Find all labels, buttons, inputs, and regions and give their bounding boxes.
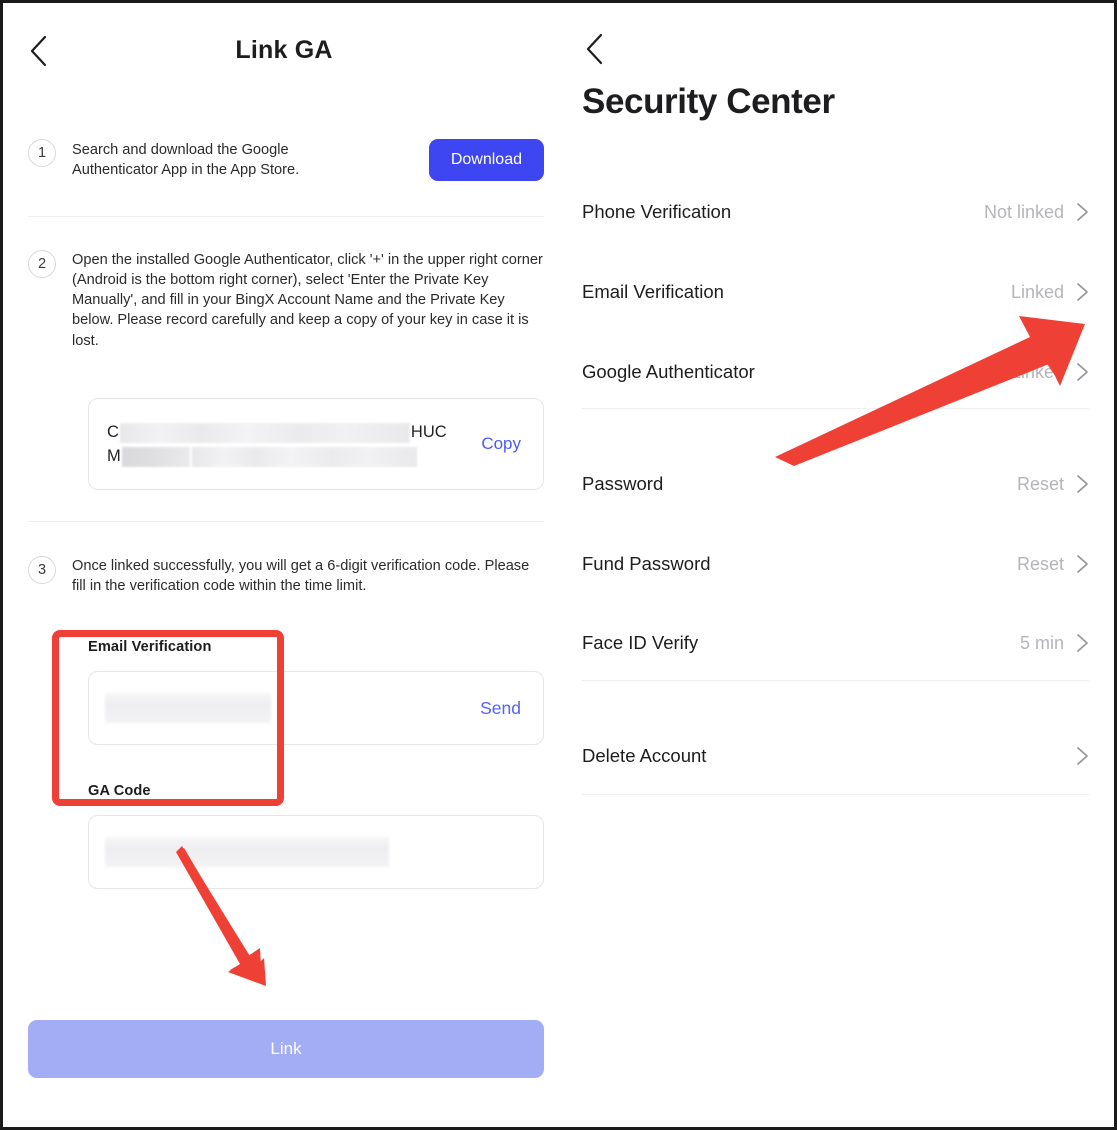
security-center-panel: Security Center Phone Verification Not l…	[562, 6, 1111, 1124]
email-verification-value	[89, 672, 468, 744]
ga-code-label: GA Code	[88, 783, 151, 799]
chevron-right-icon	[1077, 747, 1088, 765]
status-badge: Not linked	[983, 201, 1064, 222]
ga-code-value	[89, 816, 543, 888]
step-1-text: Search and download the Google Authentic…	[72, 141, 300, 178]
account-name-redaction	[119, 422, 410, 443]
status-badge: Reset	[1016, 553, 1064, 574]
item-right: Reset	[1017, 474, 1089, 495]
account-name-line: C HUC	[107, 420, 469, 444]
status-badge: Linked	[1010, 281, 1064, 302]
item-label: Google Authenticator	[582, 361, 755, 382]
step-3-body: Once linked successfully, you will get a…	[72, 556, 544, 596]
link-submit-button[interactable]: Link	[28, 1020, 544, 1078]
step-1-number: 1	[28, 139, 56, 167]
sidebar-item-face-id-verify[interactable]: Face ID Verify 5 min	[582, 619, 1089, 667]
status-badge: Reset	[1016, 473, 1064, 494]
send-code-button[interactable]: Send	[468, 698, 543, 719]
private-key-redaction-2	[191, 446, 417, 467]
security-center-topbar: Security Center	[562, 6, 1111, 156]
chevron-right-icon	[1077, 363, 1088, 381]
annotation-arrow-pointing-google-authenticator	[775, 316, 1085, 466]
private-key-prefix: M	[107, 447, 121, 465]
item-label: Email Verification	[582, 281, 724, 302]
sidebar-item-delete-account[interactable]: Delete Account	[582, 732, 1089, 780]
download-button[interactable]: Download	[428, 139, 544, 181]
sidebar-item-phone-verification[interactable]: Phone Verification Not linked	[582, 188, 1089, 236]
email-verification-input[interactable]: Send	[88, 671, 544, 745]
private-key-line: M	[107, 444, 469, 468]
step-1: 1 Search and download the Google Authent…	[28, 139, 544, 181]
status-badge: Linked	[1010, 361, 1064, 382]
chevron-right-icon	[1077, 203, 1088, 221]
divider-group-3	[582, 794, 1089, 795]
page-title: Security Center	[582, 82, 835, 121]
item-right: 5 min	[1020, 633, 1089, 654]
chevron-right-icon	[1077, 283, 1088, 301]
step-1-body: Search and download the Google Authentic…	[72, 139, 544, 181]
back-icon[interactable]	[582, 32, 608, 66]
copy-button[interactable]: Copy	[469, 434, 543, 454]
page-title: Link GA	[235, 36, 333, 64]
item-label: Face ID Verify	[582, 632, 699, 653]
divider-step2-step3	[28, 521, 544, 522]
item-right	[1064, 746, 1089, 766]
email-code-redaction	[105, 693, 271, 723]
private-key-redaction	[121, 446, 190, 467]
account-name-prefix: C	[107, 423, 119, 441]
link-ga-panel: Link GA 1 Search and download the Google…	[6, 6, 562, 1124]
account-name-suffix: HUC	[410, 423, 447, 441]
item-right: Reset	[1017, 554, 1089, 575]
step-2-body: Open the installed Google Authenticator,…	[72, 250, 544, 351]
chevron-right-icon	[1077, 634, 1088, 652]
item-label: Fund Password	[582, 553, 711, 574]
dual-pane-container: Link GA 1 Search and download the Google…	[6, 6, 1111, 1124]
step-3-text: Once linked successfully, you will get a…	[72, 558, 530, 595]
step-2-number: 2	[28, 250, 56, 278]
private-key-box[interactable]: C HUC M Copy	[88, 398, 544, 490]
sidebar-item-google-authenticator[interactable]: Google Authenticator Linked	[582, 348, 1089, 396]
ga-code-input[interactable]	[88, 815, 544, 889]
link-ga-topbar: Link GA	[6, 6, 562, 94]
divider-group-1	[582, 408, 1089, 409]
item-label: Password	[582, 473, 664, 494]
step-2-text: Open the installed Google Authenticator,…	[72, 252, 543, 349]
divider-group-2	[582, 680, 1089, 681]
item-label: Phone Verification	[582, 201, 732, 222]
chevron-right-icon	[1077, 555, 1088, 573]
step-3-number: 3	[28, 556, 56, 584]
ga-code-redaction	[105, 837, 389, 867]
item-label: Delete Account	[582, 745, 707, 766]
item-right: Linked	[1011, 362, 1089, 383]
step-1-row: Search and download the Google Authentic…	[72, 139, 544, 181]
email-verification-label: Email Verification	[88, 639, 212, 655]
step-2: 2 Open the installed Google Authenticato…	[28, 250, 544, 351]
chevron-right-icon	[1077, 475, 1088, 493]
divider-step1-step2	[28, 216, 544, 217]
item-right: Linked	[1011, 282, 1089, 303]
sidebar-item-fund-password[interactable]: Fund Password Reset	[582, 540, 1089, 588]
item-right: Not linked	[984, 202, 1089, 223]
app-screenshot-frame: Link GA 1 Search and download the Google…	[0, 0, 1117, 1130]
step-3: 3 Once linked successfully, you will get…	[28, 556, 544, 596]
status-badge: 5 min	[1019, 632, 1064, 653]
sidebar-item-password[interactable]: Password Reset	[582, 460, 1089, 508]
private-key-lines: C HUC M	[89, 420, 469, 468]
sidebar-item-email-verification[interactable]: Email Verification Linked	[582, 268, 1089, 316]
